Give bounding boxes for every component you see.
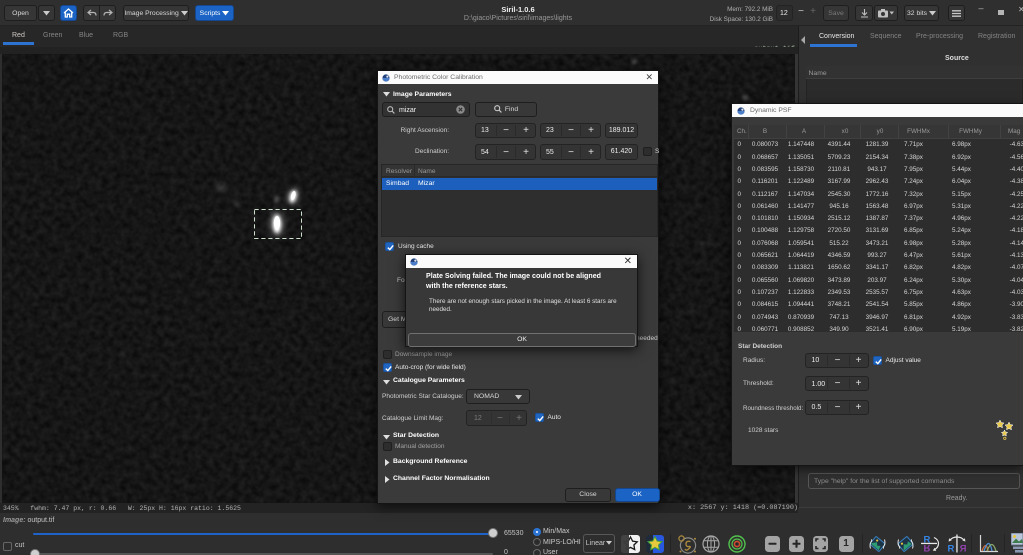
svg-text:R: R — [948, 544, 955, 554]
svg-text:R: R — [960, 544, 967, 554]
